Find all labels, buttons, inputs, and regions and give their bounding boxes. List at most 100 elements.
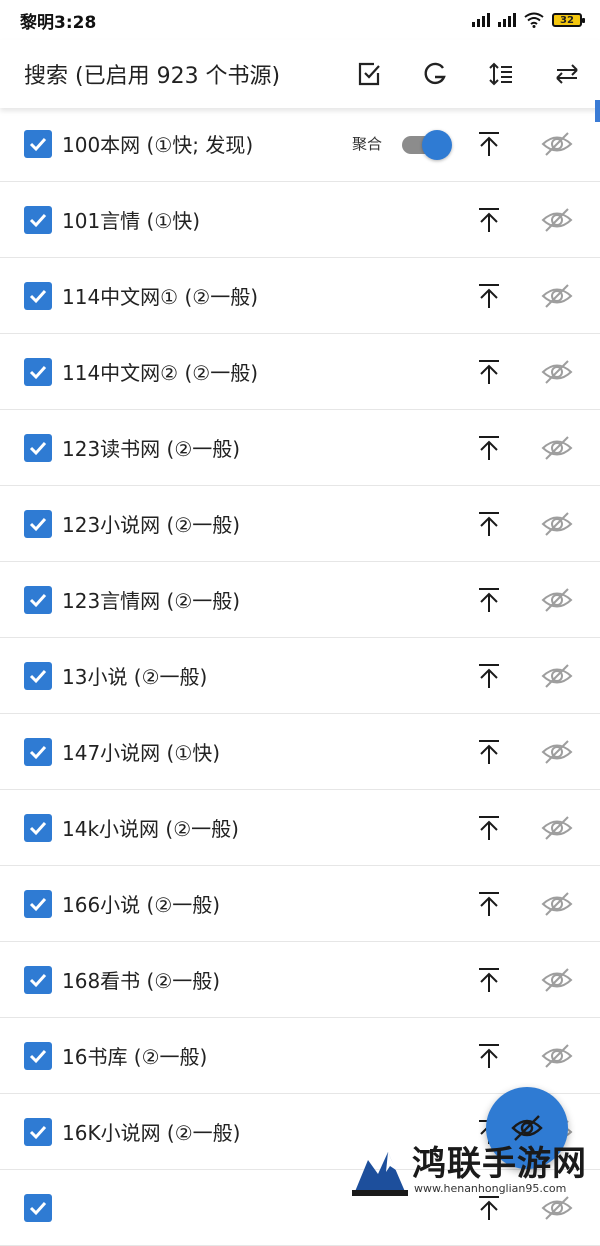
source-checkbox[interactable]	[24, 281, 52, 310]
source-checkbox[interactable]	[24, 1041, 52, 1070]
hide-source-button[interactable]	[538, 203, 576, 237]
source-checkbox[interactable]	[24, 205, 52, 234]
hide-source-button[interactable]	[538, 963, 576, 997]
source-checkbox[interactable]	[24, 813, 52, 842]
hide-source-button[interactable]	[538, 507, 576, 541]
hide-source-button[interactable]	[538, 431, 576, 465]
eye-off-icon	[541, 587, 573, 612]
check-icon	[29, 669, 47, 683]
hide-source-button[interactable]	[538, 1039, 576, 1073]
sort-button[interactable]	[468, 46, 534, 102]
move-to-top-button[interactable]	[472, 811, 506, 845]
watermark-url: www.henanhonglian95.com	[414, 1182, 567, 1195]
list-item[interactable]: 123言情网 (②一般)	[0, 562, 600, 638]
move-to-top-button[interactable]	[472, 887, 506, 921]
list-item[interactable]: 13小说 (②一般)	[0, 638, 600, 714]
check-icon	[29, 821, 47, 835]
source-checkbox[interactable]	[24, 965, 52, 994]
source-checkbox[interactable]	[24, 357, 52, 386]
source-name: 123读书网 (②一般)	[62, 437, 241, 461]
eye-off-icon	[541, 663, 573, 688]
scroll-indicator[interactable]	[595, 100, 600, 122]
source-name: 16K小说网 (②一般)	[62, 1121, 241, 1145]
check-icon	[29, 365, 47, 379]
move-to-top-button[interactable]	[472, 659, 506, 693]
eye-off-icon	[541, 739, 573, 764]
check-icon	[29, 745, 47, 759]
list-item[interactable]: 100本网 (①快; 发现) 聚合	[0, 106, 600, 182]
source-name: 101言情 (①快)	[62, 209, 201, 233]
source-checkbox[interactable]	[24, 585, 52, 614]
source-checkbox[interactable]	[24, 509, 52, 538]
hide-source-button[interactable]	[538, 811, 576, 845]
hide-source-button[interactable]	[538, 127, 576, 161]
check-icon	[29, 517, 47, 531]
move-to-top-button[interactable]	[472, 507, 506, 541]
status-bar: 黎明3:28 32	[0, 0, 600, 40]
eye-off-icon	[541, 891, 573, 916]
source-name: 114中文网② (②一般)	[62, 361, 258, 385]
move-to-top-button[interactable]	[472, 583, 506, 617]
status-time: 黎明3:28	[20, 12, 97, 33]
source-name: 14k小说网 (②一般)	[62, 817, 239, 841]
move-to-top-icon	[479, 739, 499, 764]
list-item[interactable]: 114中文网② (②一般)	[0, 334, 600, 410]
toggle-knob	[422, 129, 452, 160]
hide-source-button[interactable]	[538, 279, 576, 313]
hide-source-button[interactable]	[538, 355, 576, 389]
eye-off-icon	[541, 967, 573, 992]
move-to-top-icon	[479, 511, 499, 536]
list-item[interactable]: 147小说网 (①快)	[0, 714, 600, 790]
eye-off-icon	[541, 815, 573, 840]
move-to-top-button[interactable]	[472, 431, 506, 465]
move-to-top-button[interactable]	[472, 1039, 506, 1073]
list-item[interactable]: 168看书 (②一般)	[0, 942, 600, 1018]
status-icons: 32	[472, 12, 585, 28]
swap-button[interactable]	[534, 46, 600, 102]
source-checkbox[interactable]	[24, 889, 52, 918]
move-to-top-icon	[479, 131, 499, 156]
aggregate-toggle[interactable]	[402, 128, 452, 160]
move-to-top-button[interactable]	[472, 963, 506, 997]
source-name: 166小说 (②一般)	[62, 893, 221, 917]
move-to-top-button[interactable]	[472, 279, 506, 313]
move-to-top-button[interactable]	[472, 735, 506, 769]
list-item[interactable]: 123读书网 (②一般)	[0, 410, 600, 486]
source-checkbox[interactable]	[24, 1193, 52, 1222]
source-checkbox[interactable]	[24, 737, 52, 766]
move-to-top-icon	[479, 359, 499, 384]
source-checkbox[interactable]	[24, 661, 52, 690]
signal-icon	[472, 13, 490, 27]
eye-off-icon	[541, 283, 573, 308]
hide-source-button[interactable]	[538, 735, 576, 769]
hide-source-button[interactable]	[538, 659, 576, 693]
check-icon	[29, 1125, 47, 1139]
source-checkbox[interactable]	[24, 1117, 52, 1146]
check-icon	[29, 441, 47, 455]
check-icon	[29, 593, 47, 607]
list-item[interactable]: 16书库 (②一般)	[0, 1018, 600, 1094]
source-checkbox[interactable]	[24, 433, 52, 462]
list-item[interactable]: 123小说网 (②一般)	[0, 486, 600, 562]
source-name: 16书库 (②一般)	[62, 1045, 208, 1069]
move-to-top-button[interactable]	[472, 127, 506, 161]
list-item[interactable]: 166小说 (②一般)	[0, 866, 600, 942]
swap-icon	[556, 64, 578, 84]
move-to-top-icon	[479, 815, 499, 840]
hide-source-button[interactable]	[538, 887, 576, 921]
select-all-button[interactable]	[336, 46, 402, 102]
group-button[interactable]	[402, 46, 468, 102]
eye-off-icon	[541, 207, 573, 232]
move-to-top-button[interactable]	[472, 355, 506, 389]
check-icon	[29, 973, 47, 987]
move-to-top-button[interactable]	[472, 203, 506, 237]
toolbar	[336, 46, 600, 102]
g-icon	[424, 62, 446, 85]
list-item[interactable]: 14k小说网 (②一般)	[0, 790, 600, 866]
source-checkbox[interactable]	[24, 129, 52, 158]
hide-source-button[interactable]	[538, 583, 576, 617]
list-item[interactable]: 114中文网① (②一般)	[0, 258, 600, 334]
list-item[interactable]: 101言情 (①快)	[0, 182, 600, 258]
eye-off-icon	[541, 131, 573, 156]
move-to-top-icon	[479, 891, 499, 916]
